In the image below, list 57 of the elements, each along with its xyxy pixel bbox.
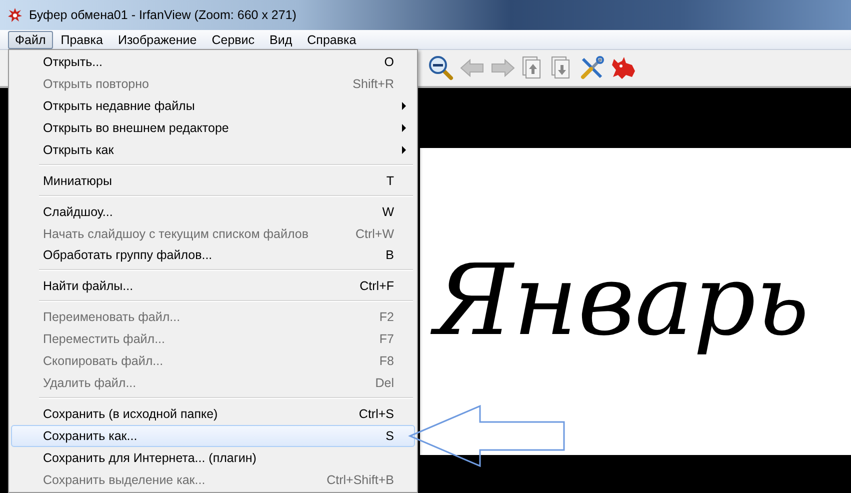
menu-item[interactable]: Открыть недавние файлы xyxy=(11,94,415,117)
right-arrow-icon[interactable] xyxy=(490,57,516,79)
window-title: Буфер обмена01 - IrfanView (Zoom: 660 x 271) xyxy=(29,8,296,22)
menu-item[interactable]: Открыть во внешнем редакторе xyxy=(11,116,415,139)
menu-item-label: Обработать группу файлов... xyxy=(43,248,214,262)
menu-item-label: Открыть как xyxy=(43,142,115,157)
shortcut-label: Ctrl+S xyxy=(358,407,394,422)
menu-item[interactable]: Сохранить как... S xyxy=(11,425,415,447)
menu-tab[interactable]: Правка xyxy=(54,30,110,48)
handwritten-word: Январь xyxy=(430,238,824,366)
menu-item-label: Открыть повторно xyxy=(43,76,150,91)
left-arrow-icon[interactable] xyxy=(459,57,485,79)
menu-item[interactable]: Миниатюры T xyxy=(11,170,415,192)
shortcut-label: Ctrl+Shift+B xyxy=(326,472,394,487)
menu-item[interactable]: Сохранить (в исходной папке) Ctrl+S xyxy=(11,403,415,426)
shortcut-label: F2 xyxy=(378,310,394,324)
shortcut-label: T xyxy=(385,174,394,188)
menu-item-label: Переименовать файл... xyxy=(43,310,182,324)
menu-item-label: Сохранить как... xyxy=(43,429,138,444)
shortcut-label: S xyxy=(384,429,394,444)
menu-item-label: Найти файлы... xyxy=(43,279,134,294)
menu-item-label: Удалить файл... xyxy=(43,376,138,390)
menu-item-label: Миниатюры xyxy=(43,174,113,188)
splat-icon xyxy=(7,7,23,23)
tools-icon[interactable] xyxy=(579,55,605,81)
menu-item-label: Начать слайдшоу с текущим списком файлов xyxy=(43,226,310,241)
shortcut-label: F7 xyxy=(378,332,394,346)
menu-item-label: Слайдшоу... xyxy=(43,204,114,219)
menu-item[interactable]: Обработать группу файлов... B xyxy=(11,244,415,266)
menu-item-label: Сохранить выделение как... xyxy=(43,472,206,487)
shortcut-label: Del xyxy=(374,376,394,390)
menu-item-label: Открыть... xyxy=(43,54,104,69)
creature-icon[interactable] xyxy=(610,55,638,81)
shortcut-label: B xyxy=(384,248,394,262)
shortcut-label: W xyxy=(381,204,394,219)
shortcut-label: O xyxy=(383,54,394,69)
menu-item-label: Сохранить (в исходной папке) xyxy=(43,407,219,422)
menu-tab[interactable]: Справка xyxy=(300,30,364,48)
menu-item-label: Открыть недавние файлы xyxy=(43,98,196,113)
menu-item[interactable]: Открыть как xyxy=(11,138,415,161)
menu-item-label: Скопировать файл... xyxy=(43,354,164,368)
menu-item[interactable]: Открыть... O xyxy=(11,51,415,73)
shortcut-label: F8 xyxy=(378,354,394,368)
shortcut-label: Ctrl+W xyxy=(354,226,394,241)
menu-tab[interactable]: Файл xyxy=(8,30,53,48)
shortcut-label: Ctrl+F xyxy=(358,279,394,294)
shortcut-label: Shift+R xyxy=(352,76,394,91)
menu-tab[interactable]: Изображение xyxy=(110,30,204,48)
zoom-out-icon[interactable] xyxy=(428,55,454,81)
menu-tab[interactable]: Сервис xyxy=(204,30,262,48)
menu-item[interactable]: Сохранить для Интернета... (плагин) xyxy=(11,447,415,469)
menu-item-label: Сохранить для Интернета... (плагин) xyxy=(43,450,258,465)
menu-item-label: Переместить файл... xyxy=(43,332,166,346)
menu-item-label: Открыть во внешнем редакторе xyxy=(43,120,230,135)
menu-item[interactable]: Слайдшоу... W xyxy=(11,200,415,223)
menu-tab[interactable]: Вид xyxy=(262,30,300,48)
menu-item[interactable]: Найти файлы... Ctrl+F xyxy=(11,275,415,298)
